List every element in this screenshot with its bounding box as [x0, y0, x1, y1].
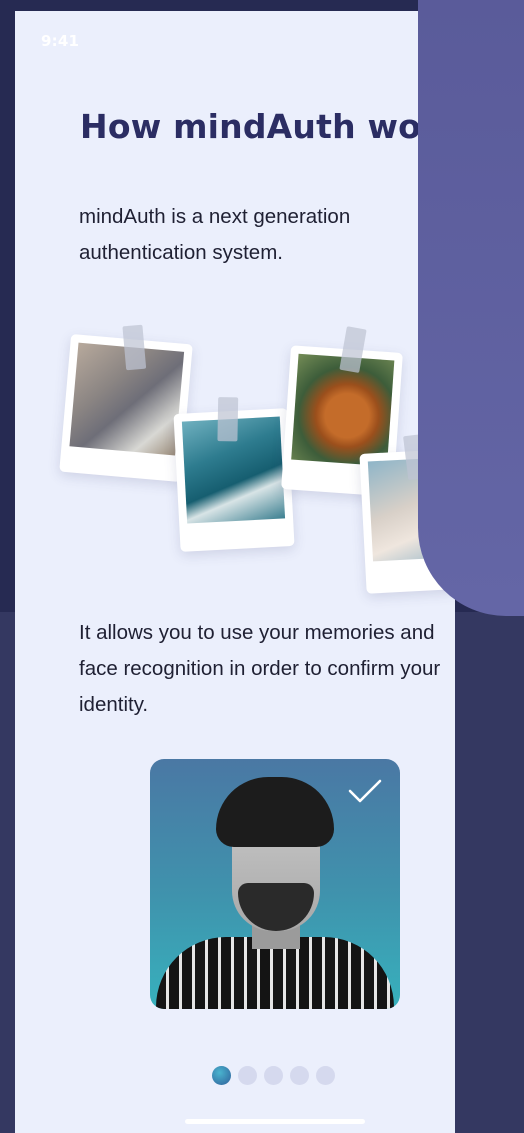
pagination-dots: [212, 1066, 335, 1085]
airplane-wing-photo: [173, 397, 295, 552]
face-recognition-photo: [150, 759, 400, 1009]
memories-text: It allows you to use your memories and f…: [79, 621, 441, 716]
pagination-dot[interactable]: [212, 1066, 231, 1085]
pagination-dot[interactable]: [316, 1066, 335, 1085]
pagination-dot[interactable]: [290, 1066, 309, 1085]
phone-screen: 9:41 How mindAuth wo mindAuth is a next …: [15, 11, 455, 1133]
couple-photo: [59, 324, 193, 483]
tape-strip: [122, 324, 147, 371]
side-overlay-panel: [418, 0, 524, 616]
tape-strip: [217, 397, 239, 442]
pagination-dot[interactable]: [238, 1066, 257, 1085]
dog-photo-image: [291, 353, 395, 467]
portrait-hair: [216, 777, 334, 847]
intro-text: mindAuth is a next generation authentica…: [79, 205, 351, 264]
home-indicator[interactable]: [185, 1119, 365, 1124]
page-title: How mindAuth wo: [80, 107, 422, 146]
checkmark-icon: [348, 779, 382, 803]
status-bar-time: 9:41: [41, 32, 80, 50]
pagination-dot[interactable]: [264, 1066, 283, 1085]
